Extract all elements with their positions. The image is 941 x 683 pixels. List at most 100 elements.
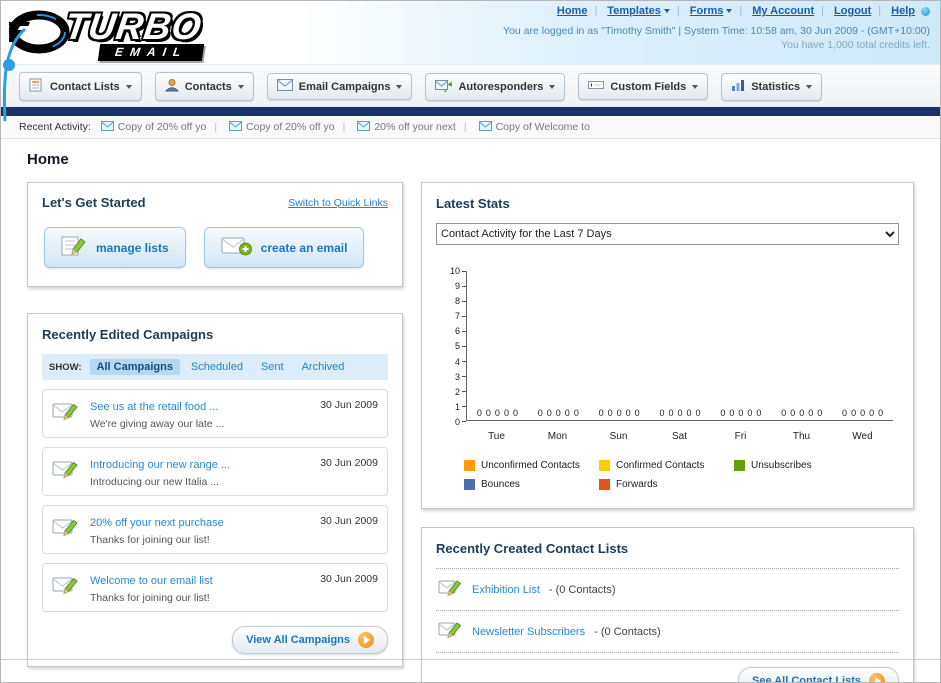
chevron-down-icon bbox=[692, 84, 699, 89]
top-link-templates[interactable]: Templates bbox=[587, 5, 670, 17]
arrow-right-icon bbox=[358, 632, 374, 648]
bar-value-label: 0 bbox=[686, 408, 692, 418]
campaign-date: 30 Jun 2009 bbox=[320, 515, 378, 527]
campaign-link[interactable]: 20% off your next purchase bbox=[90, 517, 224, 529]
contact-list-row[interactable]: Newsletter Subscribers - (0 Contacts) bbox=[436, 611, 899, 653]
bar-group: 00000 bbox=[832, 408, 893, 420]
create-email-button[interactable]: create an email bbox=[203, 227, 365, 268]
recent-campaigns-title: Recently Edited Campaigns bbox=[42, 327, 214, 342]
contact-list-row[interactable]: Exhibition List - (0 Contacts) bbox=[436, 569, 899, 611]
nav-tab-autoresponders[interactable]: Autoresponders bbox=[425, 72, 566, 101]
see-all-contact-lists-button[interactable]: See All Contact Lists bbox=[737, 667, 899, 682]
nav-tab-custom-fields[interactable]: Custom Fields bbox=[578, 73, 709, 100]
contact-activity-chart: 10 9 8 7 6 5 4 3 2 1 0 000000000000000000000000000… bbox=[436, 266, 899, 490]
bar-value-label: 0 bbox=[729, 408, 735, 418]
x-axis-label: Mon bbox=[547, 431, 568, 442]
envelope-icon bbox=[229, 120, 243, 134]
campaign-row[interactable]: Introducing our new range ... Introducin… bbox=[42, 447, 388, 496]
campaign-date: 30 Jun 2009 bbox=[320, 457, 378, 469]
campaign-link[interactable]: See us at the retail food ... bbox=[90, 401, 218, 413]
recent-activity-item[interactable]: Copy of 20% off yo bbox=[100, 120, 206, 134]
bar-value-label: 0 bbox=[625, 408, 631, 418]
login-status-text: You are logged in as "Timothy Smith" | S… bbox=[503, 25, 930, 37]
tab-scheduled[interactable]: Scheduled bbox=[184, 359, 250, 375]
contact-list-link[interactable]: Newsletter Subscribers bbox=[472, 626, 585, 638]
campaign-date: 30 Jun 2009 bbox=[320, 573, 378, 585]
envelope-plus-icon bbox=[221, 236, 252, 259]
top-link-home[interactable]: Home bbox=[557, 5, 588, 17]
legend-swatch bbox=[464, 460, 475, 471]
bar-value-label: 0 bbox=[564, 408, 570, 418]
get-started-title: Let's Get Started bbox=[42, 195, 146, 210]
nav-tab-email-campaigns[interactable]: Email Campaigns bbox=[266, 73, 413, 100]
top-link-my-account[interactable]: My Account bbox=[732, 5, 814, 17]
campaign-link[interactable]: Welcome to our email list bbox=[90, 575, 213, 587]
view-all-campaigns-button[interactable]: View All Campaigns bbox=[232, 626, 388, 654]
y-axis-tick: 7 bbox=[455, 311, 466, 321]
y-axis-tick: 3 bbox=[455, 372, 466, 382]
bar-value-label: 0 bbox=[790, 408, 796, 418]
campaign-row[interactable]: Welcome to our email list Thanks for joi… bbox=[42, 563, 388, 612]
nav-tab-statistics[interactable]: Statistics bbox=[721, 72, 823, 101]
campaign-subtitle: Thanks for joining our list! bbox=[90, 534, 210, 546]
bar-value-label: 0 bbox=[573, 408, 579, 418]
campaign-subtitle: We're giving away our late ... bbox=[90, 418, 225, 430]
bar-value-label: 0 bbox=[851, 408, 857, 418]
envelope-pencil-icon bbox=[52, 400, 80, 427]
bar-group: 00000 bbox=[650, 408, 711, 420]
contact-list-link[interactable]: Exhibition List bbox=[472, 584, 540, 596]
bar-value-label: 0 bbox=[668, 408, 674, 418]
left-column: Let's Get Started Switch to Quick Links … bbox=[27, 182, 403, 667]
recent-activity-label: Recent Activity: bbox=[19, 121, 91, 133]
manage-lists-button[interactable]: manage lists bbox=[44, 227, 186, 268]
campaign-subtitle: Thanks for joining our list! bbox=[90, 592, 210, 604]
switch-quick-links-link[interactable]: Switch to Quick Links bbox=[288, 197, 388, 209]
tab-sent[interactable]: Sent bbox=[254, 359, 291, 375]
bar-group: 00000 bbox=[467, 408, 528, 420]
campaign-link[interactable]: Introducing our new range ... bbox=[90, 459, 230, 471]
tab-archived[interactable]: Archived bbox=[295, 359, 352, 375]
decorative-swoosh bbox=[2, 27, 27, 122]
credits-text: You have 1,000 total credits left. bbox=[780, 39, 930, 51]
chevron-down-icon bbox=[396, 84, 403, 89]
bar-value-label: 0 bbox=[738, 408, 744, 418]
footer-divider bbox=[1, 659, 940, 660]
arrow-right-icon bbox=[869, 673, 885, 682]
nav-tab-contact-lists[interactable]: Contact Lists bbox=[19, 72, 142, 101]
header: TURBO EMAIL Home Templates Forms My Acco… bbox=[1, 1, 940, 122]
stats-range-select[interactable]: Contact Activity for the Last 7 Days bbox=[436, 223, 899, 245]
legend-swatch bbox=[734, 460, 745, 471]
legend-swatch bbox=[599, 479, 610, 490]
bar-value-label: 0 bbox=[869, 408, 875, 418]
campaign-row[interactable]: 20% off your next purchase Thanks for jo… bbox=[42, 505, 388, 554]
campaign-row[interactable]: See us at the retail food ... We're givi… bbox=[42, 389, 388, 438]
envelope-pencil-icon bbox=[52, 516, 80, 543]
bar-value-label: 0 bbox=[503, 408, 509, 418]
recent-activity-item[interactable]: Copy of 20% off yo bbox=[206, 120, 335, 134]
top-link-logout[interactable]: Logout bbox=[814, 5, 871, 17]
bar-value-label: 0 bbox=[494, 408, 500, 418]
top-link-help[interactable]: Help bbox=[871, 5, 915, 17]
contact-lists-icon bbox=[29, 78, 44, 95]
latest-stats-title: Latest Stats bbox=[436, 196, 510, 211]
contacts-icon bbox=[164, 78, 179, 95]
contact-list-count: - (0 Contacts) bbox=[594, 625, 661, 638]
tab-all-campaigns[interactable]: All Campaigns bbox=[89, 359, 180, 375]
legend-item: Bounces bbox=[464, 479, 599, 490]
bar-value-label: 0 bbox=[546, 408, 552, 418]
bar-group: 00000 bbox=[589, 408, 650, 420]
top-link-forms[interactable]: Forms bbox=[670, 5, 733, 17]
legend-item: Forwards bbox=[599, 479, 734, 490]
legend-swatch bbox=[464, 479, 475, 490]
recent-activity-item[interactable]: 20% off your next bbox=[335, 120, 456, 134]
x-axis-label: Sun bbox=[609, 431, 628, 442]
contact-list-count: - (0 Contacts) bbox=[548, 583, 616, 596]
bar-value-label: 0 bbox=[756, 408, 762, 418]
app-logo[interactable]: TURBO EMAIL bbox=[9, 4, 273, 62]
contact-lists-title: Recently Created Contact Lists bbox=[436, 541, 629, 556]
nav-tab-contacts[interactable]: Contacts bbox=[154, 72, 254, 101]
recent-activity-item[interactable]: Copy of Welcome to bbox=[456, 120, 590, 134]
legend-label: Confirmed Contacts bbox=[616, 460, 705, 471]
envelope-pencil-icon bbox=[52, 574, 80, 601]
legend-item: Confirmed Contacts bbox=[599, 460, 734, 471]
